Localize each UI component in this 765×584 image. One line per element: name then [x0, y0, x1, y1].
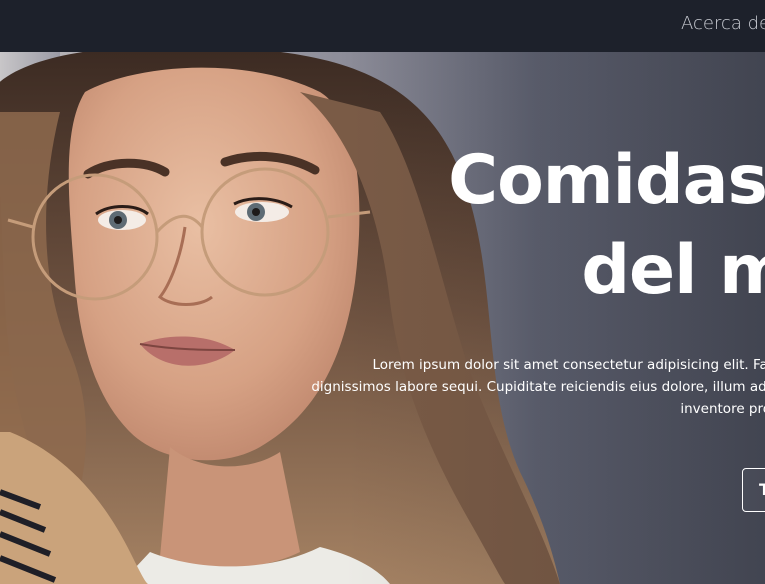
hero-overlay [0, 52, 765, 584]
hero-description-line2: dignissimos labore sequi. Cupiditate rei… [311, 379, 765, 395]
hero-title-line2: del m [581, 231, 765, 310]
hero-cta-button[interactable]: T [742, 468, 765, 512]
hero-description-line3: inventore prov [680, 401, 765, 417]
hero-title-line1: Comidas [448, 141, 765, 220]
top-navbar: Acerca de [0, 0, 765, 52]
hero-description: Lorem ipsum dolor sit amet consectetur a… [259, 354, 765, 420]
hero-description-line1: Lorem ipsum dolor sit amet consectetur a… [372, 357, 765, 373]
hero-title: Comidas del m [448, 136, 765, 316]
hero-section: Comidas del m Lorem ipsum dolor sit amet… [0, 52, 765, 584]
nav-link-about[interactable]: Acerca de [681, 13, 765, 34]
